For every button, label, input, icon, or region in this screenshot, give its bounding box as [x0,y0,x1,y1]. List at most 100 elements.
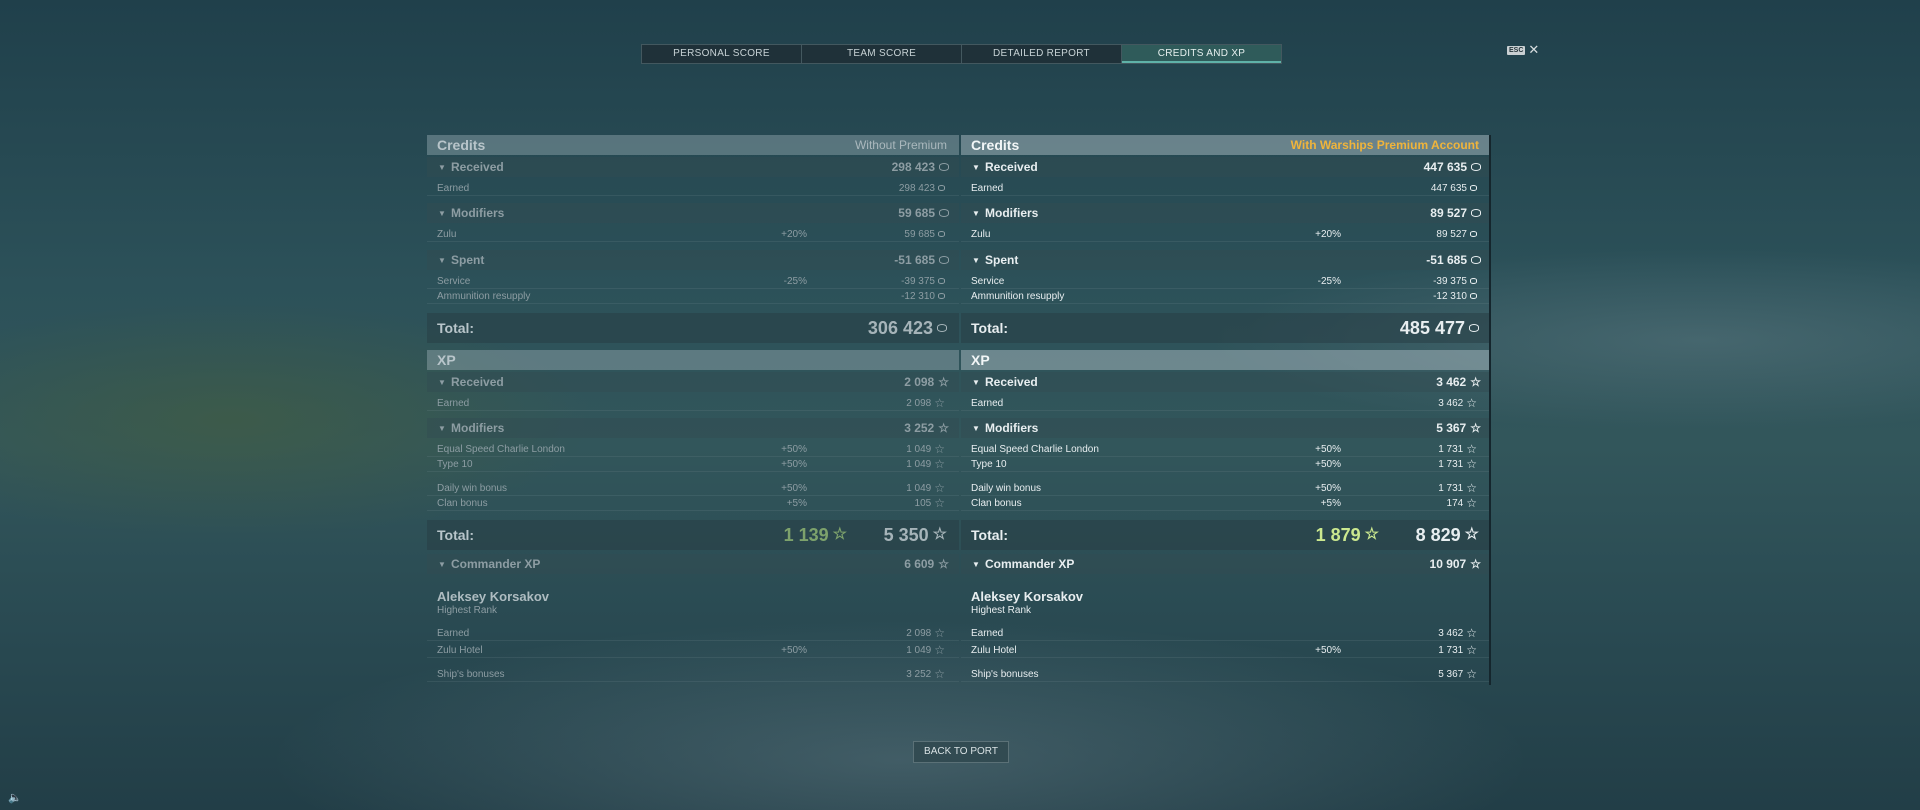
xp-star-icon: ☆ [932,526,947,543]
service-row: Service -25% -39 375 [961,274,1491,289]
service-value: -39 375 [901,275,935,287]
received-label: Received [451,160,504,174]
xp-star-icon: ☆ [934,442,945,456]
xp-earned-row: Earned 3 462 ☆ [961,396,1491,411]
back-to-port-button[interactable]: BACK TO PORT [913,741,1009,763]
credits-icon [938,185,945,191]
xp-received-value: 3 462 [1436,375,1467,389]
free-xp-star-icon: ☆ [832,526,847,543]
credits-total-value: 485 477 [1399,317,1465,338]
credits-total-label: Total: [437,320,475,336]
zulu-hotel-value: 1 731 [1438,644,1464,656]
collapse-arrow-icon: ▼ [438,559,446,569]
earned-row: Earned 447 635 [961,181,1491,196]
zulu-row: Zulu +20% 59 685 [427,227,959,242]
credits-icon [939,163,949,171]
tab-credits-and-xp[interactable]: CREDITS AND XP [1122,45,1281,63]
ammo-value: -12 310 [1433,290,1467,302]
zulu-hotel-label: Zulu Hotel [437,644,483,656]
xp-total-label: Total: [437,527,475,543]
collapse-arrow-icon: ▼ [972,162,980,172]
modifiers-value: 89 527 [1430,206,1467,220]
panel-scrollbar[interactable] [1489,135,1491,685]
commander-xp-label: Commander XP [451,557,541,571]
xp-star-icon: ☆ [1466,481,1477,495]
credits-icon [1470,231,1477,237]
xp-star-icon: ☆ [1466,626,1477,640]
xp-star-icon: ☆ [934,457,945,471]
service-label: Service [437,275,471,287]
cmd-earned-label: Earned [971,627,1004,639]
collapse-arrow-icon: ▼ [438,423,446,433]
cmd-earned-row: Earned 3 462 ☆ [961,626,1491,641]
xp-star-icon: ☆ [1466,442,1477,456]
xp-earned-value: 3 462 [1438,397,1464,409]
tab-team-score[interactable]: TEAM SCORE [802,45,962,63]
zulu-row: Zulu +20% 89 527 [961,227,1491,242]
daily-win-row: Daily win bonus +50% 1 731 ☆ [961,481,1491,496]
service-row: Service -25% -39 375 [427,274,959,289]
xp-modifiers-section[interactable]: ▼ Modifiers 3 252 ☆ [427,418,959,438]
ammo-label: Ammunition resupply [971,290,1065,302]
xp-title: XP [437,352,456,368]
xp-star-icon: ☆ [938,557,949,571]
signal-escl-row: Equal Speed Charlie London +50% 1 731 ☆ [961,442,1491,457]
daily-win-label: Daily win bonus [971,482,1042,494]
modifiers-label: Modifiers [451,206,505,220]
received-value: 447 635 [1423,160,1467,174]
earned-row: Earned 298 423 [427,181,959,196]
type10-row: Type 10 +50% 1 049 ☆ [427,457,959,472]
service-label: Service [971,275,1005,287]
without-premium-label: Without Premium [854,138,947,152]
daily-win-value: 1 731 [1438,482,1464,494]
ammo-row: Ammunition resupply -12 310 [961,289,1491,304]
tab-detailed-report[interactable]: DETAILED REPORT [962,45,1122,63]
service-value: -39 375 [1433,275,1467,287]
received-section[interactable]: ▼ Received 298 423 [427,157,959,177]
modifiers-section[interactable]: ▼ Modifiers 89 527 [961,203,1491,223]
zulu-value: 89 527 [1436,228,1467,240]
xp-received-section[interactable]: ▼ Received 3 462 ☆ [961,372,1491,392]
signal-escl-value: 1 731 [1438,443,1464,455]
xp-modifiers-value: 3 252 [904,421,935,435]
signal-escl-pct: +50% [1315,443,1341,455]
earned-value: 447 635 [1430,182,1467,194]
credits-icon [1471,209,1481,217]
xp-total-row: Total: 1 879 ☆ 8 829 ☆ [961,520,1491,550]
commander-xp-section[interactable]: ▼ Commander XP 6 609 ☆ [427,554,959,574]
esc-key-hint: ESC [1507,45,1526,55]
zulu-value: 59 685 [904,228,935,240]
collapse-arrow-icon: ▼ [972,208,980,218]
xp-star-icon: ☆ [1470,557,1481,571]
commander-rank: Highest Rank [437,605,498,616]
spent-section[interactable]: ▼ Spent -51 685 [961,250,1491,270]
ship-bonuses-value: 5 367 [1438,668,1464,680]
credits-icon [1471,163,1481,171]
zulu-hotel-label: Zulu Hotel [971,644,1017,656]
xp-star-icon: ☆ [934,667,945,681]
received-section[interactable]: ▼ Received 447 635 [961,157,1491,177]
credits-icon [1470,278,1477,284]
close-button[interactable]: ESC ✕ [1507,43,1539,56]
credits-icon [1470,185,1477,191]
cmd-earned-label: Earned [437,627,470,639]
speaker-icon[interactable]: 🔈 [8,791,22,804]
credits-icon [939,209,949,217]
xp-star-icon: ☆ [934,496,945,510]
spent-section[interactable]: ▼ Spent -51 685 [427,250,959,270]
credits-icon [938,231,945,237]
tab-personal-score[interactable]: PERSONAL SCORE [642,45,802,63]
credits-icon [1471,256,1481,264]
service-pct: -25% [1317,275,1341,287]
commander-xp-section[interactable]: ▼ Commander XP 10 907 ☆ [961,554,1491,574]
xp-received-section[interactable]: ▼ Received 2 098 ☆ [427,372,959,392]
free-xp-star-icon: ☆ [1364,526,1379,543]
xp-modifiers-section[interactable]: ▼ Modifiers 5 367 ☆ [961,418,1491,438]
received-label: Received [985,160,1038,174]
xp-earned-label: Earned [437,397,470,409]
xp-total-label: Total: [971,527,1009,543]
collapse-arrow-icon: ▼ [972,423,980,433]
earned-value: 298 423 [898,182,935,194]
modifiers-section[interactable]: ▼ Modifiers 59 685 [427,203,959,223]
clan-bonus-label: Clan bonus [971,497,1022,509]
